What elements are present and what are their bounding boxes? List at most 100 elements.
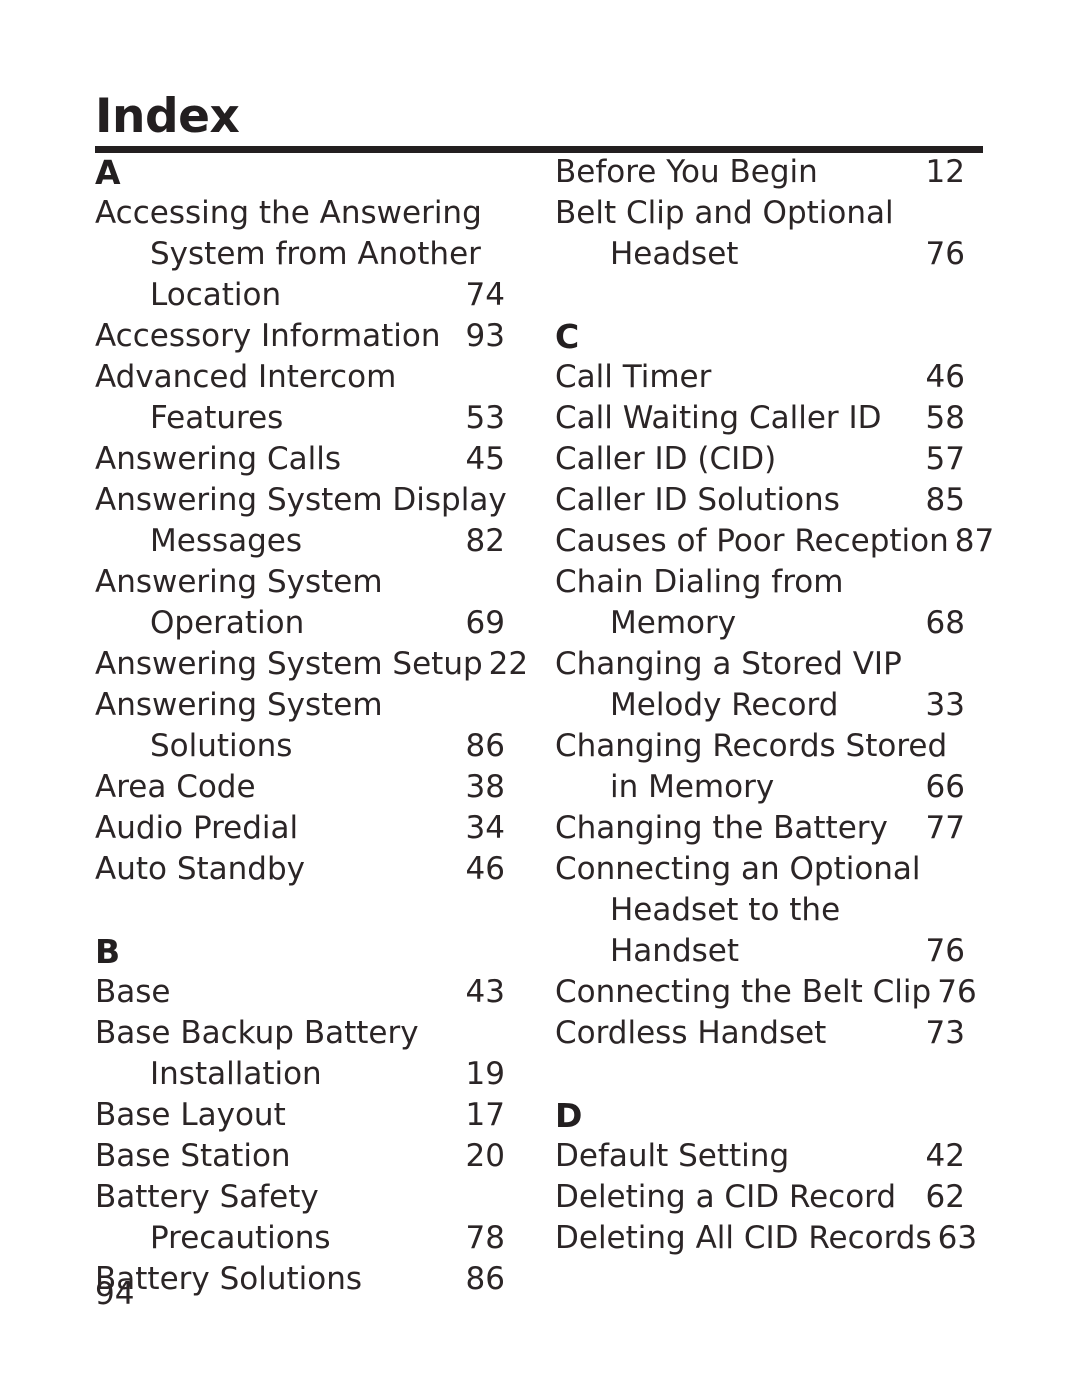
index-entry-label: Auto Standby xyxy=(95,851,306,887)
index-entry[interactable]: Base Backup Battery19 xyxy=(95,1013,505,1054)
index-entry-label: Base xyxy=(95,974,171,1010)
index-entry[interactable]: Accessory Information 93 xyxy=(95,316,505,357)
index-entry[interactable]: Base Layout 17 xyxy=(95,1095,505,1136)
index-entry-label: Answering System xyxy=(95,564,383,600)
index-entry[interactable]: Auto Standby 46 xyxy=(95,849,505,890)
index-entry[interactable]: Changing a Stored VIP33 xyxy=(555,644,965,685)
index-entry-page: 20 xyxy=(465,1138,505,1174)
index-entry[interactable]: Battery Solutions 86 xyxy=(95,1259,505,1300)
index-entry-label: Base Backup Battery xyxy=(95,1015,419,1051)
index-entry-label: Connecting the Belt Clip xyxy=(555,974,932,1010)
index-entry[interactable]: Call Timer 46 xyxy=(555,357,965,398)
index-entry[interactable]: in Memory 66 xyxy=(555,767,965,808)
index-entry[interactable]: Area Code 38 xyxy=(95,767,505,808)
index-entry-page: 69 xyxy=(465,605,505,641)
section-letter-c: C xyxy=(555,317,580,356)
index-entry-label: Default Setting xyxy=(555,1138,790,1174)
index-entry[interactable]: Messages 82 xyxy=(95,521,505,562)
index-entry-label: Before You Begin xyxy=(555,154,818,190)
section-letter-a: A xyxy=(95,153,121,192)
index-entry-page: 76 xyxy=(925,236,965,272)
index-entry-label: Battery Safety xyxy=(95,1179,319,1215)
index-entry-page: 42 xyxy=(925,1138,965,1174)
index-entry[interactable]: Causes of Poor Reception 87 xyxy=(555,521,994,562)
index-entry-label: Belt Clip and Optional xyxy=(555,195,894,231)
index-entry[interactable]: Caller ID (CID) 57 xyxy=(555,439,965,480)
index-entry[interactable]: Connecting an Optional76 xyxy=(555,849,965,890)
index-entry[interactable]: Base 43 xyxy=(95,972,505,1013)
index-entry-label: Features xyxy=(150,400,284,436)
index-entry-page: 38 xyxy=(465,769,505,805)
index-entry[interactable]: Deleting a CID Record 62 xyxy=(555,1177,965,1218)
index-entry[interactable]: Call Waiting Caller ID 58 xyxy=(555,398,965,439)
index-entry[interactable]: Advanced Intercom53 xyxy=(95,357,505,398)
index-entry-label: Installation xyxy=(150,1056,322,1092)
index-entry-label: Memory xyxy=(610,605,737,641)
index-entry[interactable]: Solutions 86 xyxy=(95,726,505,767)
index-entry[interactable]: Operation 69 xyxy=(95,603,505,644)
index-entry-label: Answering System Display xyxy=(95,482,507,518)
index-entry-page: 46 xyxy=(465,851,505,887)
index-entry[interactable]: Headset 76 xyxy=(555,234,965,275)
index-entry[interactable]: Chain Dialing from68 xyxy=(555,562,965,603)
page-number: 94 xyxy=(95,1276,135,1312)
index-entry-page: 86 xyxy=(465,728,505,764)
index-entry-label: Location xyxy=(150,277,282,313)
index-entry-label: Area Code xyxy=(95,769,256,805)
index-entry[interactable]: Installation 19 xyxy=(95,1054,505,1095)
index-entry[interactable]: Answering System69 xyxy=(95,562,505,603)
index-entry[interactable]: Audio Predial 34 xyxy=(95,808,505,849)
page-title: Index xyxy=(95,89,240,144)
index-entry-page: 12 xyxy=(925,154,965,190)
index-entry-label: Audio Predial xyxy=(95,810,299,846)
index-entry-page: 53 xyxy=(465,400,505,436)
index-entry[interactable]: Answering Calls 45 xyxy=(95,439,505,480)
index-entry-label: System from Another xyxy=(150,236,481,272)
index-entry[interactable]: Base Station 20 xyxy=(95,1136,505,1177)
index-entry[interactable]: Handset 76 xyxy=(555,931,965,972)
index-page: Index AAccessing the Answering74System f… xyxy=(0,0,1080,1374)
index-entry-label: Messages xyxy=(150,523,303,559)
index-entry[interactable]: Caller ID Solutions 85 xyxy=(555,480,965,521)
index-entry[interactable]: Melody Record 33 xyxy=(555,685,965,726)
index-entry[interactable]: Changing the Battery 77 xyxy=(555,808,965,849)
index-entry[interactable]: Changing Records Stored66 xyxy=(555,726,965,767)
index-entry-label: Causes of Poor Reception xyxy=(555,523,949,559)
index-entry[interactable]: Headset to the76 xyxy=(555,890,965,931)
index-entry-page: 57 xyxy=(925,441,965,477)
index-entry-label: Battery Solutions xyxy=(95,1261,363,1297)
index-entry-page: 66 xyxy=(925,769,965,805)
index-entry[interactable]: Before You Begin 12 xyxy=(555,152,965,193)
index-entry[interactable]: Deleting All CID Records 63 xyxy=(555,1218,977,1259)
index-entry-label: Answering System Setup xyxy=(95,646,483,682)
index-entry-label: Headset xyxy=(610,236,739,272)
index-entry[interactable]: Cordless Handset 73 xyxy=(555,1013,965,1054)
index-entry-label: Headset to the xyxy=(610,892,841,928)
index-entry[interactable]: Accessing the Answering74 xyxy=(95,193,505,234)
index-entry-page: 73 xyxy=(925,1015,965,1051)
index-entry[interactable]: Location 74 xyxy=(95,275,505,316)
index-entry[interactable]: Precautions 78 xyxy=(95,1218,505,1259)
index-entry-page: 62 xyxy=(925,1179,965,1215)
index-entry-page: 93 xyxy=(465,318,505,354)
index-entry-label: Base Station xyxy=(95,1138,291,1174)
index-entry-label: Accessing the Answering xyxy=(95,195,482,231)
index-entry[interactable]: Answering System86 xyxy=(95,685,505,726)
index-entry-label: Operation xyxy=(150,605,305,641)
index-entry-label: Connecting an Optional xyxy=(555,851,921,887)
index-entry[interactable]: Answering System Display82 xyxy=(95,480,507,521)
index-entry-label: Changing Records Stored xyxy=(555,728,948,764)
index-entry[interactable]: Default Setting 42 xyxy=(555,1136,965,1177)
index-entry-label: Deleting All CID Records xyxy=(555,1220,932,1256)
index-entry-page: 22 xyxy=(488,646,529,682)
index-entry[interactable]: Answering System Setup 22 xyxy=(95,644,528,685)
index-entry-label: Solutions xyxy=(150,728,293,764)
index-entry[interactable]: Battery Safety78 xyxy=(95,1177,505,1218)
index-entry-label: Changing a Stored VIP xyxy=(555,646,902,682)
index-entry[interactable]: Features 53 xyxy=(95,398,505,439)
index-entry[interactable]: Connecting the Belt Clip 76 xyxy=(555,972,977,1013)
index-entry[interactable]: Memory 68 xyxy=(555,603,965,644)
index-entry-page: 85 xyxy=(925,482,965,518)
index-entry[interactable]: Belt Clip and Optional76 xyxy=(555,193,965,234)
index-entry[interactable]: System from Another74 xyxy=(95,234,505,275)
